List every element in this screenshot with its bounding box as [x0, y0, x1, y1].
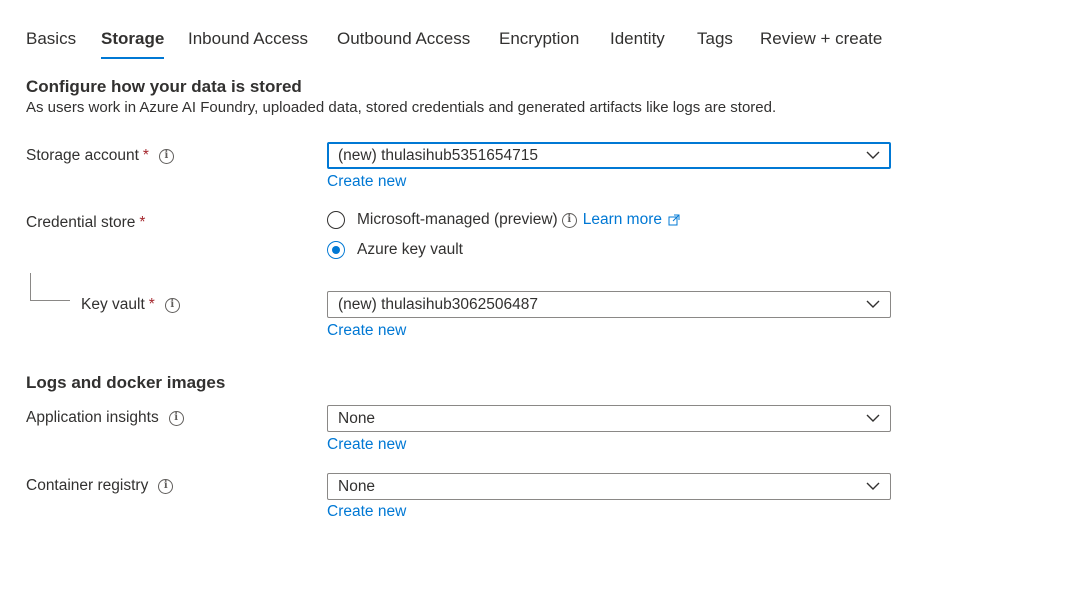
- tree-connector-horizontal: [30, 300, 70, 301]
- radio-microsoft-managed-label: Microsoft-managed (preview): [357, 211, 558, 228]
- info-icon[interactable]: i: [164, 297, 180, 313]
- credential-store-label: Credential store: [26, 214, 136, 231]
- tab-tags[interactable]: Tags: [697, 28, 733, 50]
- tab-encryption[interactable]: Encryption: [499, 28, 579, 50]
- application-insights-value: None: [338, 410, 376, 427]
- chevron-down-icon: [866, 482, 880, 490]
- tab-identity[interactable]: Identity: [610, 28, 665, 50]
- radio-azure-key-vault[interactable]: Azure key vault: [327, 241, 463, 259]
- info-icon[interactable]: i: [158, 148, 174, 164]
- info-icon[interactable]: i: [561, 212, 577, 228]
- tab-outbound-access[interactable]: Outbound Access: [337, 28, 470, 50]
- radio-button-checked[interactable]: [327, 241, 345, 259]
- info-icon[interactable]: i: [168, 410, 184, 426]
- tab-inbound-access[interactable]: Inbound Access: [188, 28, 308, 50]
- required-marker: *: [142, 147, 149, 164]
- application-insights-create-new-link[interactable]: Create new: [327, 435, 406, 455]
- application-insights-dropdown[interactable]: None: [327, 405, 891, 432]
- storage-account-dropdown[interactable]: (new) thulasihub5351654715: [327, 142, 891, 169]
- storage-account-label: Storage account: [26, 147, 139, 164]
- radio-microsoft-managed[interactable]: Microsoft-managed (preview) i Learn more: [327, 210, 680, 230]
- container-registry-label: Container registry: [26, 477, 149, 494]
- key-vault-value: (new) thulasihub3062506487: [338, 296, 538, 313]
- key-vault-create-new-link[interactable]: Create new: [327, 321, 406, 341]
- radio-azure-key-vault-label: Azure key vault: [357, 241, 463, 258]
- active-tab-indicator: [101, 57, 165, 59]
- key-vault-label-row: Key vault * i: [81, 295, 180, 315]
- storage-account-create-new-link[interactable]: Create new: [327, 172, 406, 192]
- radio-button[interactable]: [327, 211, 345, 229]
- container-registry-value: None: [338, 478, 376, 495]
- chevron-down-icon: [866, 414, 880, 422]
- required-marker: *: [139, 214, 146, 231]
- storage-account-value: (new) thulasihub5351654715: [338, 147, 538, 164]
- container-registry-label-row: Container registry i: [26, 476, 174, 496]
- credential-store-label-row: Credential store *: [26, 213, 145, 233]
- container-registry-dropdown[interactable]: None: [327, 473, 891, 500]
- tab-storage-label: Storage: [101, 29, 165, 48]
- storage-section-description: As users work in Azure AI Foundry, uploa…: [26, 99, 777, 116]
- chevron-down-icon: [866, 300, 880, 308]
- info-icon[interactable]: i: [158, 478, 174, 494]
- key-vault-dropdown[interactable]: (new) thulasihub3062506487: [327, 291, 891, 318]
- storage-section-title: Configure how your data is stored: [26, 77, 302, 96]
- chevron-down-icon: [866, 151, 880, 159]
- container-registry-create-new-link[interactable]: Create new: [327, 502, 406, 522]
- tree-connector-vertical: [30, 273, 31, 301]
- logs-section-title: Logs and docker images: [26, 373, 226, 392]
- required-marker: *: [148, 296, 155, 313]
- application-insights-label: Application insights: [26, 409, 159, 426]
- storage-account-label-row: Storage account * i: [26, 146, 174, 166]
- key-vault-label: Key vault: [81, 296, 145, 313]
- learn-more-link[interactable]: Learn more: [583, 210, 662, 230]
- tab-storage[interactable]: Storage: [101, 28, 165, 59]
- external-link-icon[interactable]: [668, 214, 680, 226]
- tab-basics[interactable]: Basics: [26, 28, 76, 50]
- application-insights-label-row: Application insights i: [26, 408, 184, 428]
- tab-review-create[interactable]: Review + create: [760, 28, 882, 50]
